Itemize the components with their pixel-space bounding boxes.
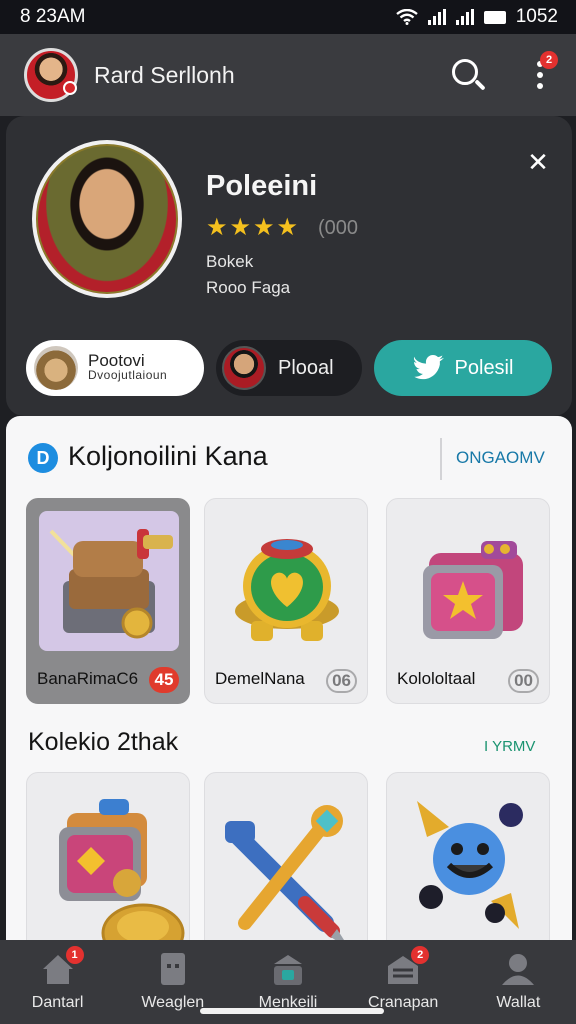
heart-pot-icon bbox=[217, 511, 357, 651]
profile-chip-2[interactable]: Plooal bbox=[216, 340, 362, 396]
nav-label-5: Wallat bbox=[496, 994, 541, 1011]
tile-2-label: DemelNana bbox=[215, 669, 305, 688]
chip-1-subtitle: Dvoojutlaioun bbox=[88, 368, 168, 382]
item-tile-6[interactable] bbox=[386, 772, 550, 940]
profile-avatar[interactable] bbox=[32, 140, 182, 298]
battery-icon bbox=[483, 10, 506, 24]
online-status-dot bbox=[63, 81, 77, 95]
wifi-icon bbox=[395, 9, 418, 25]
search-icon-handle bbox=[474, 79, 486, 91]
chip-3-title: Polesil bbox=[454, 356, 514, 379]
divider bbox=[440, 438, 442, 480]
profile-meta-1: Bokek bbox=[206, 252, 254, 271]
profile-meta-2: Rooo Faga bbox=[206, 278, 291, 297]
nav-1-badge: 1 bbox=[65, 946, 84, 964]
nav-label-1: Dantarl bbox=[31, 994, 84, 1011]
rating-stars: ★ ★ ★ ★ bbox=[206, 216, 298, 240]
star-icon: ★ bbox=[206, 214, 228, 241]
treasure-chest-icon bbox=[39, 511, 179, 651]
profile-icon bbox=[500, 952, 536, 986]
close-icon[interactable]: ✕ bbox=[524, 148, 552, 176]
store-icon bbox=[270, 952, 306, 986]
item-tile-2[interactable]: DemelNana 06 bbox=[204, 498, 368, 704]
chip-2-title: Plooal bbox=[278, 356, 334, 379]
profile-chip-3[interactable]: Polesil bbox=[374, 340, 552, 396]
tile-3-badge: 00 bbox=[508, 669, 539, 693]
status-time: 8 23AM bbox=[20, 6, 86, 27]
star-box-icon bbox=[399, 511, 539, 651]
status-clock: 1052 bbox=[515, 6, 558, 27]
home-icon: 1 bbox=[40, 946, 84, 986]
profile-card: Poleeini ★ ★ ★ ★ (000 Bokek Rooo Faga ✕ … bbox=[6, 116, 572, 416]
section-2-title: Kolekio 2thak bbox=[28, 728, 179, 756]
section-1-title: Koljonoilini Kana bbox=[68, 441, 268, 471]
star-icon: ★ bbox=[229, 214, 252, 241]
tile-1-badge: 45 bbox=[149, 667, 179, 693]
star-icon: ★ bbox=[276, 214, 299, 241]
collection-logo-icon: D bbox=[28, 443, 58, 473]
more-menu-button[interactable]: 2 bbox=[528, 51, 558, 97]
app-title: Rard Serllonh bbox=[94, 61, 235, 88]
nav-4-badge: 2 bbox=[411, 946, 430, 964]
chip-1-text: Pootovi Dvoojutlaioun bbox=[88, 351, 168, 383]
home-indicator[interactable] bbox=[200, 1008, 384, 1014]
section-1-more-link[interactable]: ONGAOMV bbox=[456, 448, 545, 468]
cell-signal-2-icon bbox=[455, 9, 474, 25]
notification-badge: 2 bbox=[540, 51, 558, 69]
more-dot bbox=[537, 72, 543, 78]
inbox-icon: 2 bbox=[385, 946, 430, 986]
user-avatar-icon bbox=[222, 346, 266, 390]
gift-box-coin-icon bbox=[59, 799, 185, 940]
nav-item-1[interactable]: 1 Dantarl bbox=[3, 946, 113, 1024]
status-bar: 8 23AM 1052 bbox=[0, 0, 576, 34]
star-icon: ★ bbox=[253, 214, 275, 241]
search-button[interactable] bbox=[448, 55, 488, 95]
header-avatar[interactable] bbox=[24, 48, 78, 102]
tile-3-label: Kolololtaal bbox=[397, 669, 476, 688]
more-dot bbox=[537, 83, 543, 89]
item-tile-1[interactable]: BanaRimaC6 45 bbox=[26, 498, 190, 704]
section-2-more-link[interactable]: I YRMV bbox=[484, 738, 535, 755]
nav-label-2: Weaglen bbox=[141, 994, 205, 1011]
rating-value: (000 bbox=[318, 217, 359, 239]
main-panel: D Koljonoilini Kana ONGAOMV BanaRimaC6 4… bbox=[6, 416, 572, 940]
item-tile-3[interactable]: Kolololtaal 00 bbox=[386, 498, 550, 704]
robot-character-icon bbox=[417, 801, 523, 929]
bird-icon bbox=[413, 355, 444, 380]
chip-1-title: Pootovi bbox=[88, 351, 145, 370]
device-icon bbox=[155, 952, 191, 986]
profile-chip-1[interactable]: Pootovi Dvoojutlaioun bbox=[26, 340, 204, 396]
tile-1-label: BanaRimaC6 bbox=[37, 669, 139, 688]
tile-2-badge: 06 bbox=[326, 669, 357, 693]
cell-signal-icon bbox=[427, 9, 446, 25]
nav-item-5[interactable]: Wallat bbox=[463, 952, 573, 1024]
item-tile-5[interactable] bbox=[204, 772, 368, 940]
character-avatar-icon bbox=[34, 346, 78, 390]
app-header: Rard Serllonh 2 bbox=[0, 34, 576, 116]
item-tile-4[interactable] bbox=[26, 772, 190, 940]
profile-name: Poleeini bbox=[206, 170, 318, 202]
status-indicators: 1052 bbox=[395, 6, 558, 28]
wrench-hammer-icon bbox=[225, 805, 344, 940]
